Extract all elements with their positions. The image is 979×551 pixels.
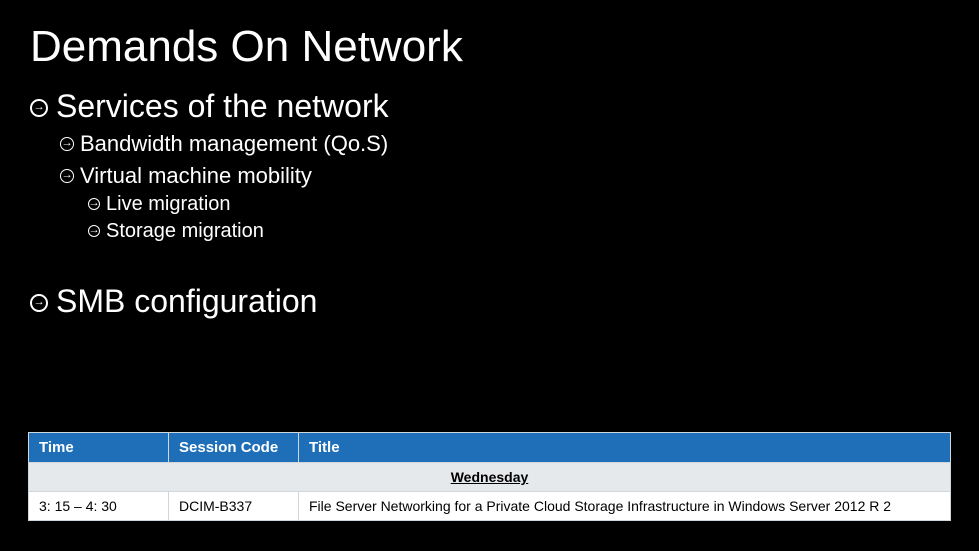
table-day-row: Wednesday <box>29 463 951 492</box>
cell-time: 3: 15 – 4: 30 <box>29 492 169 521</box>
session-table-wrap: Time Session Code Title Wednesday 3: 15 … <box>28 432 951 521</box>
table-row: 3: 15 – 4: 30 DCIM-B337 File Server Netw… <box>29 492 951 521</box>
bullet-text: SMB configuration <box>56 283 317 320</box>
bullet-live-migration: Live migration <box>88 193 979 216</box>
arrow-circle-icon <box>30 99 48 117</box>
session-table: Time Session Code Title Wednesday 3: 15 … <box>28 432 951 521</box>
bullet-vm-mobility: Virtual machine mobility <box>60 163 979 189</box>
header-time: Time <box>29 433 169 463</box>
bullet-text: Services of the network <box>56 88 389 125</box>
arrow-circle-icon <box>88 198 100 210</box>
bullet-text: Virtual machine mobility <box>80 163 312 189</box>
bullet-text: Bandwidth management (Qo.S) <box>80 131 388 157</box>
bullet-services: Services of the network <box>30 88 979 125</box>
header-code: Session Code <box>169 433 299 463</box>
cell-title: File Server Networking for a Private Clo… <box>299 492 951 521</box>
header-title: Title <box>299 433 951 463</box>
slide-content: Services of the network Bandwidth manage… <box>0 72 979 320</box>
spacer <box>30 243 979 277</box>
slide: Demands On Network Services of the netwo… <box>0 0 979 551</box>
day-cell: Wednesday <box>29 463 951 492</box>
slide-title: Demands On Network <box>0 0 979 72</box>
bullet-text: Storage migration <box>106 220 264 243</box>
arrow-circle-icon <box>88 225 100 237</box>
bullet-smb: SMB configuration <box>30 283 979 320</box>
table-header-row: Time Session Code Title <box>29 433 951 463</box>
bullet-text: Live migration <box>106 193 231 216</box>
arrow-circle-icon <box>60 137 74 151</box>
cell-code: DCIM-B337 <box>169 492 299 521</box>
bullet-storage-migration: Storage migration <box>88 220 979 243</box>
arrow-circle-icon <box>60 169 74 183</box>
arrow-circle-icon <box>30 294 48 312</box>
bullet-bandwidth: Bandwidth management (Qo.S) <box>60 131 979 157</box>
